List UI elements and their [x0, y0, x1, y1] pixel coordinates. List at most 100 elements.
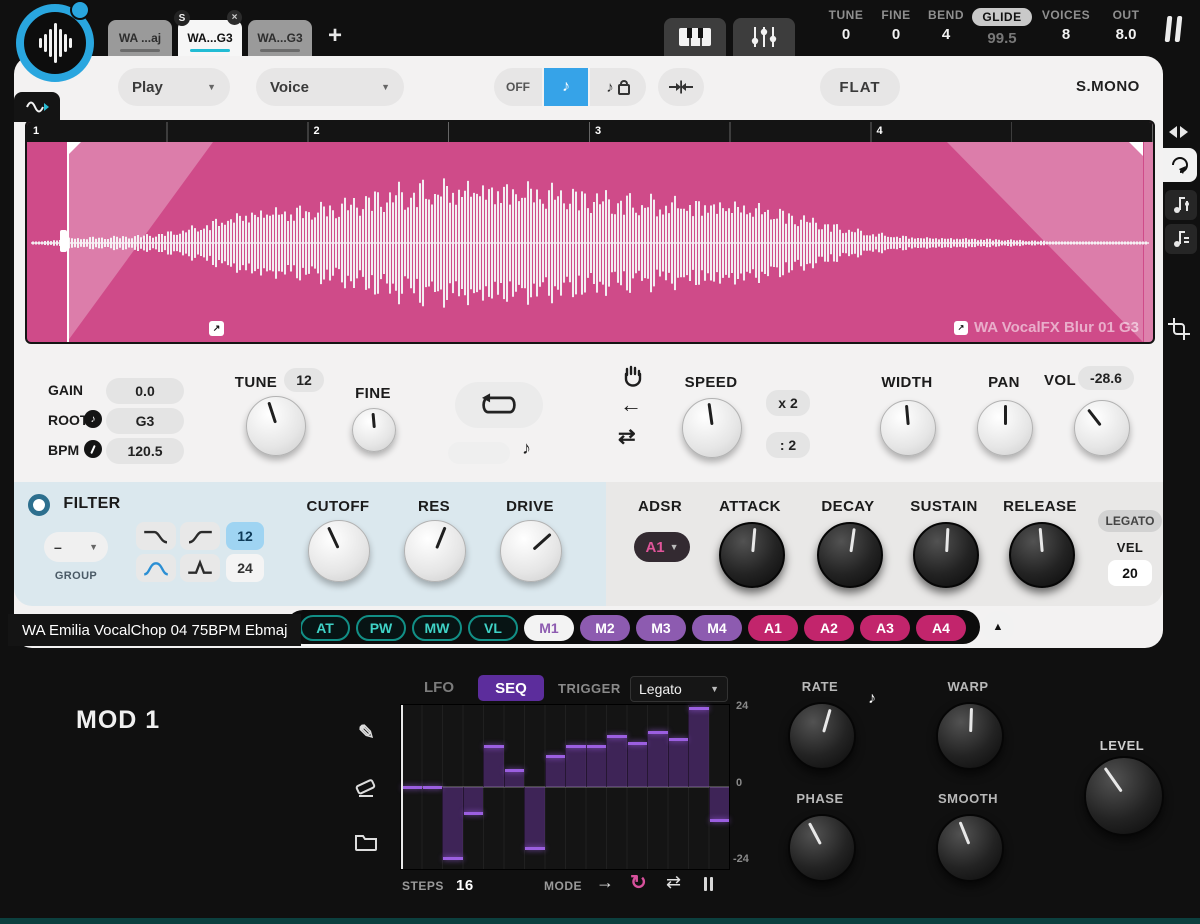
source-pitchwheel[interactable]: PW [356, 615, 406, 641]
loop-mode-button[interactable] [455, 382, 543, 428]
source-amp3[interactable]: A3 [860, 615, 910, 641]
root-value[interactable]: G3 [106, 408, 184, 434]
fine-knob[interactable] [352, 408, 396, 452]
filter-bandpass-button[interactable] [136, 554, 176, 582]
timeline-ruler[interactable]: 1 2 3 4 [27, 122, 1153, 142]
mixer-view-button[interactable] [733, 18, 795, 56]
source-amp1[interactable]: A1 [748, 615, 798, 641]
keyboard-view-button[interactable] [664, 18, 726, 56]
rate-knob[interactable] [788, 702, 856, 770]
fade-out-handle[interactable] [1129, 142, 1143, 156]
seq-step[interactable] [688, 708, 709, 787]
seq-step[interactable] [606, 736, 627, 787]
seq-step[interactable] [483, 746, 504, 787]
source-mod3[interactable]: M3 [636, 615, 686, 641]
mode-hold-icon[interactable] [704, 877, 713, 891]
trigger-mode-dropdown[interactable]: Legato ▼ [630, 676, 728, 702]
smooth-knob[interactable] [936, 814, 1004, 882]
hand-drag-button[interactable] [620, 364, 644, 393]
seq-step[interactable] [504, 770, 525, 787]
legato-button[interactable]: LEGATO [1098, 510, 1162, 532]
cutoff-knob[interactable] [308, 520, 370, 582]
sync-off-button[interactable]: OFF [494, 68, 542, 106]
fade-curve-handle[interactable]: ↗ [209, 321, 224, 336]
seq-step[interactable] [647, 732, 668, 787]
source-modwheel[interactable]: MW [412, 615, 462, 641]
play-mode-dropdown[interactable]: Play ▼ [118, 68, 230, 106]
vol-knob[interactable] [1074, 400, 1130, 456]
eraser-tool-button[interactable] [354, 776, 378, 803]
seq-step[interactable] [627, 743, 648, 787]
pan-knob[interactable] [977, 400, 1033, 456]
tune-knob[interactable] [246, 396, 306, 456]
filter-group-dropdown[interactable]: – ▼ [44, 532, 108, 562]
source-mod4[interactable]: M4 [692, 615, 742, 641]
note-tune-tool-button[interactable] [1165, 224, 1197, 254]
playhead-handle[interactable] [60, 230, 67, 252]
header-param-glide[interactable]: GLIDE 99.5 [972, 8, 1032, 47]
source-mod2[interactable]: M2 [580, 615, 630, 641]
vel-value[interactable]: 20 [1108, 560, 1152, 586]
sync-note-lock-button[interactable]: ♪ [590, 68, 646, 106]
vol-value[interactable]: -28.6 [1078, 366, 1134, 390]
sample-drag-handle[interactable]: ↗ [954, 321, 968, 335]
header-param-out[interactable]: OUT 8.0 [1096, 8, 1156, 43]
attack-knob[interactable] [719, 522, 785, 588]
select-tool-button[interactable] [1163, 148, 1197, 182]
sync-note-button[interactable]: ♪ [544, 68, 588, 106]
header-param-bend[interactable]: BEND 4 [916, 8, 976, 43]
note-slice-tool-button[interactable] [1165, 190, 1197, 220]
seq-step[interactable] [565, 746, 586, 787]
snap-button[interactable] [658, 68, 704, 106]
filter-lowpass-button[interactable] [136, 522, 176, 550]
res-knob[interactable] [404, 520, 466, 582]
wave-edit-tab[interactable] [14, 92, 60, 122]
reverse-arrow-icon[interactable]: ← [620, 392, 642, 418]
stereo-mono-label[interactable]: S.MONO [1076, 78, 1140, 95]
shuffle-icon[interactable]: ⇄ [618, 424, 636, 449]
collapse-panel-button[interactable]: ▲ [982, 611, 1014, 643]
width-knob[interactable] [880, 400, 936, 456]
waveform-display[interactable]: ↗ ↗ WA VocalFX Blur 01 G3 [27, 142, 1153, 342]
scroll-arrows-icon[interactable] [1169, 126, 1188, 138]
voice-mode-dropdown[interactable]: Voice ▼ [256, 68, 404, 106]
seq-step[interactable] [709, 787, 730, 821]
source-amp2[interactable]: A2 [804, 615, 854, 641]
seq-step[interactable] [442, 787, 463, 859]
tab-lfo[interactable]: LFO [424, 679, 454, 696]
source-mod1-selected[interactable]: M1 [524, 615, 574, 641]
sample-tab-3[interactable]: WA...G3 [248, 20, 312, 56]
seq-step[interactable] [586, 746, 607, 787]
add-tab-button[interactable]: + [328, 22, 342, 50]
crop-button[interactable] [1168, 318, 1190, 345]
preset-folder-button[interactable] [354, 832, 378, 857]
amp-env-selector[interactable]: A1 ▼ [634, 532, 690, 562]
source-amp4[interactable]: A4 [916, 615, 966, 641]
mode-forward-icon[interactable]: → [596, 872, 614, 893]
filter-enable-radio[interactable] [28, 494, 50, 516]
bpm-value[interactable]: 120.5 [106, 438, 184, 464]
level-knob[interactable] [1084, 756, 1164, 836]
playhead[interactable] [67, 142, 69, 342]
note-sync-icon[interactable]: ♪ [522, 438, 531, 459]
gain-value[interactable]: 0.0 [106, 378, 184, 404]
mode-pingpong-icon[interactable]: ⇄ [666, 872, 681, 893]
header-param-voices[interactable]: VOICES 8 [1036, 8, 1096, 43]
step-sequencer[interactable] [400, 704, 730, 870]
fade-in-handle[interactable] [67, 142, 81, 156]
sample-tab-1[interactable]: WA ...aj [108, 20, 172, 56]
waveform-editor[interactable]: 1 2 3 4 ↗ ↗ WA VocalFX Blur 01 G3 [25, 120, 1155, 344]
speed-knob[interactable] [682, 398, 742, 458]
sample-end-marker[interactable] [1144, 142, 1153, 342]
speed-half-button[interactable]: : 2 [766, 432, 810, 458]
speed-double-button[interactable]: x 2 [766, 390, 810, 416]
source-velocity[interactable]: VL [468, 615, 518, 641]
decay-knob[interactable] [817, 522, 883, 588]
steps-value[interactable]: 16 [456, 877, 474, 894]
flat-button[interactable]: FLAT [820, 68, 900, 106]
loop-length-field[interactable] [448, 442, 510, 464]
warp-knob[interactable] [936, 702, 1004, 770]
seq-step[interactable] [668, 739, 689, 787]
solo-badge[interactable]: S [174, 10, 190, 26]
seq-step[interactable] [545, 756, 566, 787]
